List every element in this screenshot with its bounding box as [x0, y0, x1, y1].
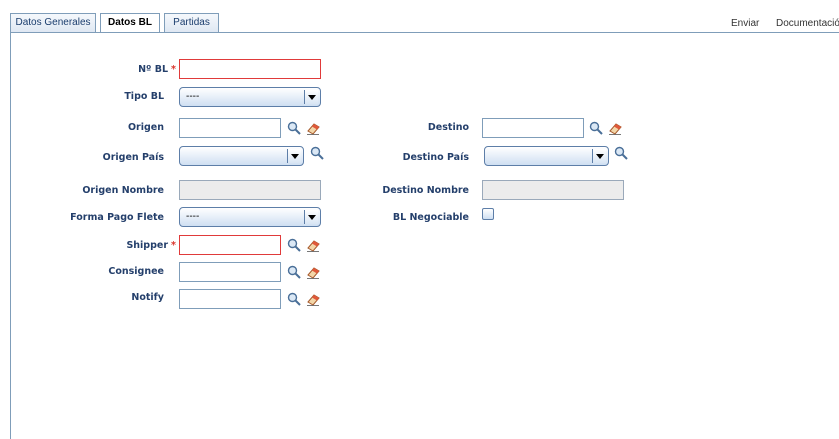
- notify-field[interactable]: [179, 289, 281, 309]
- destino-search-icon[interactable]: [589, 121, 603, 135]
- origen-pais-search-icon[interactable]: [310, 146, 324, 160]
- chevron-down-icon[interactable]: [304, 210, 318, 224]
- tipo-bl-value: ----: [186, 91, 200, 102]
- notify-search-icon[interactable]: [287, 292, 301, 306]
- shipper-edit-icon[interactable]: [306, 238, 320, 252]
- bl-negociable-label: BL Negociable: [392, 212, 469, 223]
- tab-partidas[interactable]: Partidas: [164, 13, 219, 32]
- no-bl-label: Nº BL *: [138, 64, 176, 75]
- forma-pago-flete-select[interactable]: ----: [179, 207, 321, 227]
- destino-edit-icon[interactable]: [608, 121, 622, 135]
- notify-edit-icon[interactable]: [306, 292, 320, 306]
- tab-bar: Datos Generales Datos BL Partidas Enviar…: [0, 0, 839, 33]
- shipper-label: Shipper *: [126, 240, 176, 251]
- destino-pais-label: Destino País: [402, 152, 469, 163]
- consignee-field[interactable]: [179, 262, 281, 282]
- origen-field[interactable]: [179, 118, 281, 138]
- origen-pais-select[interactable]: [179, 146, 304, 166]
- consignee-label: Consignee: [108, 266, 164, 277]
- tab-datos-bl[interactable]: Datos BL: [100, 13, 160, 33]
- tab-divider: [10, 32, 839, 33]
- origen-nombre-label: Origen Nombre: [82, 185, 164, 196]
- consignee-search-icon[interactable]: [287, 265, 301, 279]
- shipper-field[interactable]: [179, 235, 281, 255]
- origen-search-icon[interactable]: [287, 121, 301, 135]
- no-bl-field[interactable]: [179, 59, 321, 79]
- origen-nombre-field: [179, 180, 321, 200]
- destino-pais-select[interactable]: [484, 146, 609, 166]
- origen-edit-icon[interactable]: [306, 121, 320, 135]
- origen-label: Origen: [127, 122, 164, 133]
- notify-label: Notify: [131, 292, 164, 303]
- tipo-bl-label: Tipo BL: [124, 91, 164, 102]
- shipper-search-icon[interactable]: [287, 238, 301, 252]
- required-mark: *: [171, 64, 176, 75]
- bl-negociable-checkbox[interactable]: [482, 208, 494, 220]
- forma-pago-flete-label: Forma Pago Flete: [70, 212, 164, 223]
- forma-pago-flete-value: ----: [186, 211, 200, 222]
- chevron-down-icon[interactable]: [592, 149, 606, 163]
- origen-pais-label: Origen País: [102, 152, 164, 163]
- destino-field[interactable]: [482, 118, 584, 138]
- consignee-edit-icon[interactable]: [306, 265, 320, 279]
- destino-nombre-field: [482, 180, 624, 200]
- required-mark: *: [171, 240, 176, 251]
- destino-nombre-label: Destino Nombre: [382, 185, 469, 196]
- tab-datos-generales[interactable]: Datos Generales: [10, 13, 96, 32]
- destino-pais-search-icon[interactable]: [614, 146, 628, 160]
- chevron-down-icon[interactable]: [304, 90, 318, 104]
- tipo-bl-select[interactable]: ----: [179, 87, 321, 107]
- enviar-link[interactable]: Enviar: [731, 18, 759, 29]
- destino-label: Destino: [427, 122, 469, 133]
- chevron-down-icon[interactable]: [287, 149, 301, 163]
- panel-border: [10, 32, 11, 439]
- documentacion-link[interactable]: Documentación: [776, 18, 839, 29]
